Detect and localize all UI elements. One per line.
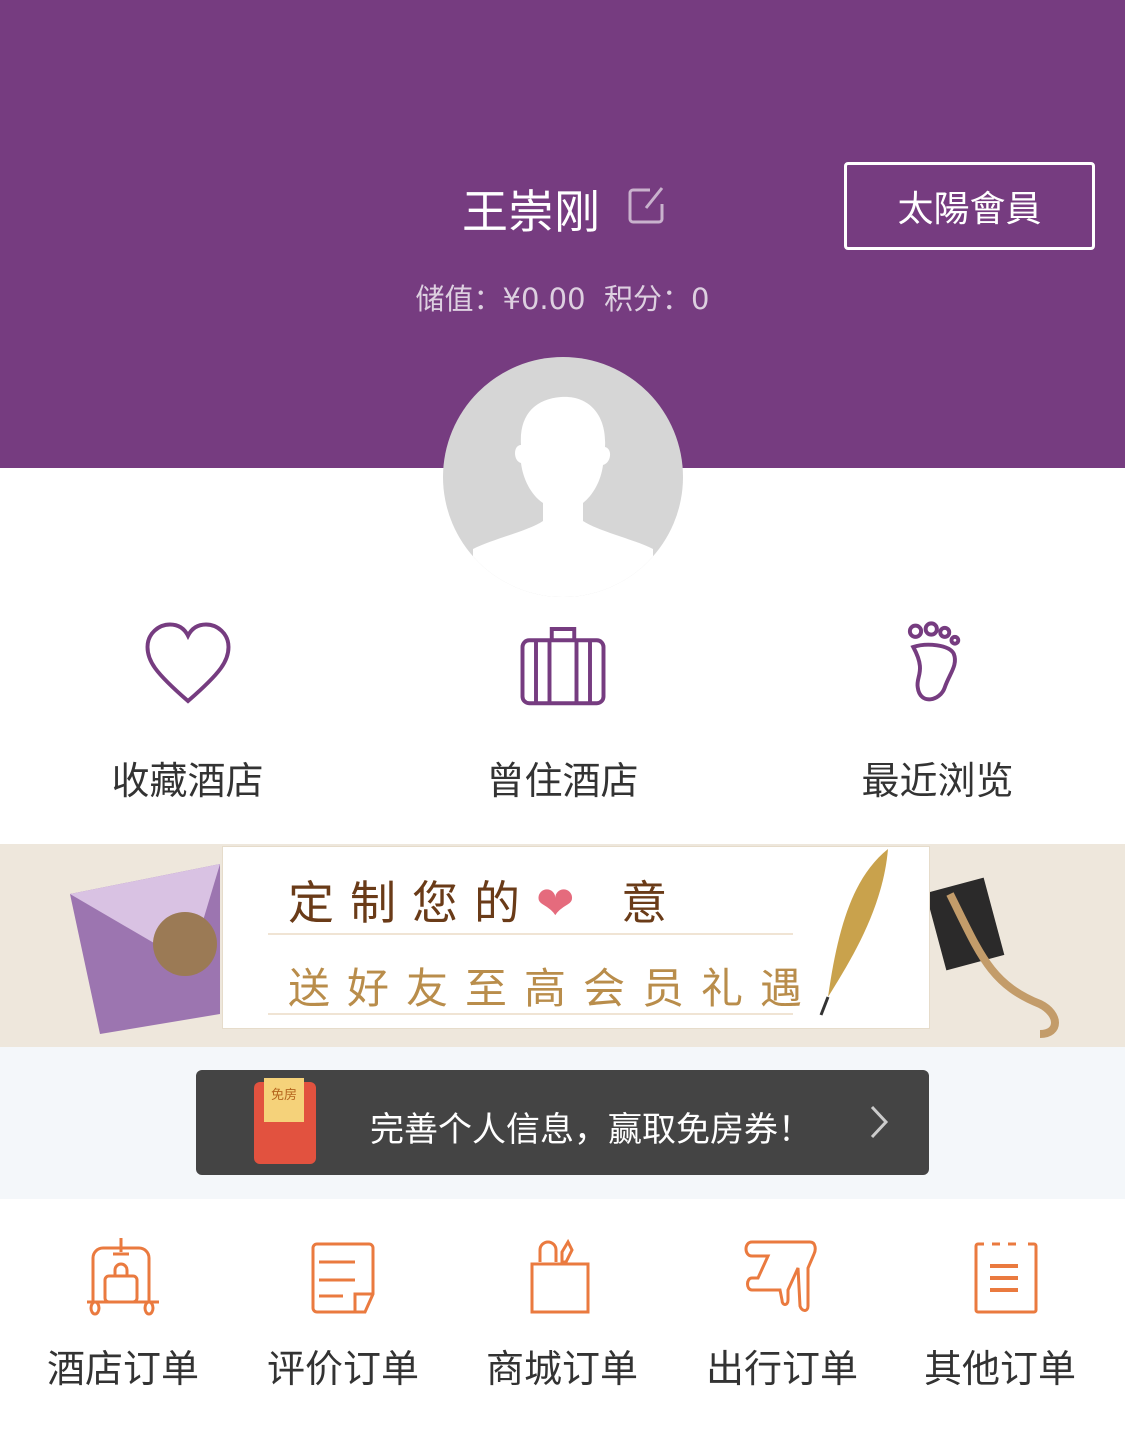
quick-link-label: 最近浏览 [861, 759, 1014, 803]
user-name: 王崇刚 [462, 185, 600, 239]
order-travel[interactable]: 出行订单 [672, 1238, 892, 1393]
heart-icon [145, 622, 230, 704]
points-label: 积分： [604, 282, 692, 316]
banner-headline: 定制您的❤ 意 [288, 867, 683, 933]
shopping-bag-icon [530, 1238, 590, 1314]
banner-line1: 定制您的 [288, 876, 536, 930]
footprint-icon [907, 621, 960, 702]
order-hotel[interactable]: 酒店订单 [13, 1238, 233, 1393]
promo-text: 完善个人信息，赢取免房券！ [370, 1110, 812, 1150]
promo-banner[interactable]: 定制您的❤ 意 送好友至高会员礼遇 [0, 844, 1125, 1047]
ticket-icon: 免房 [254, 1078, 316, 1164]
quick-link-favorites[interactable]: 收藏酒店 [0, 620, 375, 805]
edit-icon[interactable] [628, 186, 664, 224]
divider [268, 1013, 793, 1015]
gift-box-icon [930, 877, 1059, 1038]
quick-link-label: 收藏酒店 [111, 759, 264, 803]
member-level-button[interactable]: 太陽會員 [844, 162, 1095, 250]
banner-card: 定制您的❤ 意 送好友至高会员礼遇 [222, 846, 930, 1029]
chevron-right-icon [870, 1105, 889, 1139]
luggage-cart-icon [87, 1238, 159, 1316]
heart-icon: ❤ [536, 876, 591, 930]
quick-link-recent[interactable]: 最近浏览 [750, 620, 1125, 805]
points-value: 0 [691, 282, 710, 316]
order-label: 其他订单 [923, 1347, 1076, 1391]
order-label: 商城订单 [485, 1347, 638, 1391]
clipboard-icon [974, 1242, 1038, 1314]
order-label: 评价订单 [266, 1347, 419, 1391]
person-silhouette-icon [473, 396, 653, 597]
order-label: 酒店订单 [46, 1347, 199, 1391]
document-icon [311, 1242, 375, 1314]
order-review[interactable]: 评价订单 [233, 1238, 453, 1393]
account-summary: 储值：¥0.00 积分：0 [0, 276, 1125, 318]
quick-link-label: 曾住酒店 [486, 759, 639, 803]
divider [268, 933, 793, 935]
ticket-text: 免房 [264, 1078, 304, 1122]
airplane-icon [744, 1240, 817, 1312]
suitcase-icon [520, 627, 605, 706]
order-label: 出行订单 [705, 1347, 858, 1391]
balance-label: 储值： [415, 282, 503, 316]
quill-icon [819, 849, 888, 1016]
avatar[interactable] [443, 357, 683, 597]
envelope-icon [70, 864, 220, 1034]
complete-profile-banner[interactable]: 免房 完善个人信息，赢取免房券！ [196, 1070, 929, 1175]
quick-link-stayed[interactable]: 曾住酒店 [375, 620, 750, 805]
order-other[interactable]: 其他订单 [890, 1238, 1110, 1393]
order-mall[interactable]: 商城订单 [452, 1238, 672, 1393]
banner-line1-end: 意 [621, 876, 684, 930]
banner-subline: 送好友至高会员礼遇 [288, 964, 820, 1013]
balance-value: ¥0.00 [502, 282, 586, 316]
